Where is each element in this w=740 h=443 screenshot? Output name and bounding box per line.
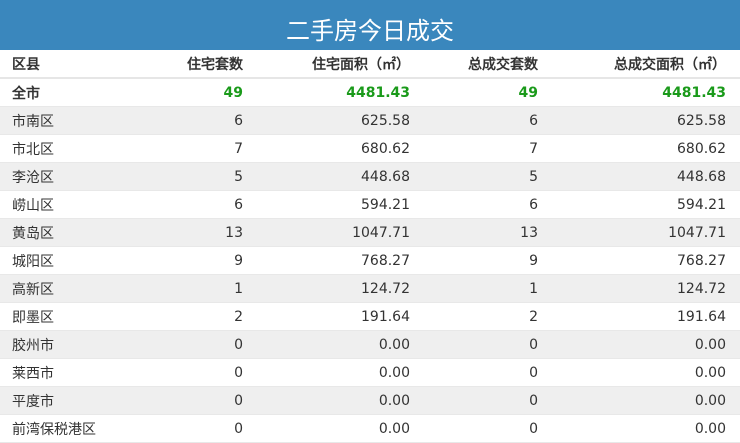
table-row: 即墨区 2 191.64 2 191.64 (0, 302, 740, 331)
table-row: 莱西市 0 0.00 0 0.00 (0, 358, 740, 387)
cell-district: 李沧区 (0, 162, 132, 191)
cell-total-units: 1 (410, 274, 538, 303)
cell-district: 即墨区 (0, 302, 132, 331)
cell-total-units: 6 (410, 106, 538, 135)
cell-residential-area: 768.27 (243, 246, 410, 275)
cell-residential-units: 13 (132, 218, 243, 247)
cell-residential-units: 0 (132, 358, 243, 387)
table-row: 前湾保税港区 0 0.00 0 0.00 (0, 414, 740, 443)
cell-residential-units: 49 (132, 78, 243, 107)
table-row: 胶州市 0 0.00 0 0.00 (0, 330, 740, 359)
table-row: 市南区 6 625.58 6 625.58 (0, 106, 740, 135)
cell-residential-area: 0.00 (243, 358, 410, 387)
cell-residential-units: 1 (132, 274, 243, 303)
cell-total-area: 0.00 (538, 358, 740, 387)
cell-residential-area: 0.00 (243, 330, 410, 359)
cell-total-units: 2 (410, 302, 538, 331)
cell-total-units: 0 (410, 358, 538, 387)
cell-residential-area: 4481.43 (243, 78, 410, 107)
cell-residential-area: 1047.71 (243, 218, 410, 247)
cell-total-units: 5 (410, 162, 538, 191)
cell-district: 莱西市 (0, 358, 132, 387)
cell-total-units: 49 (410, 78, 538, 107)
table-row: 崂山区 6 594.21 6 594.21 (0, 190, 740, 219)
cell-district: 高新区 (0, 274, 132, 303)
cell-total-units: 0 (410, 330, 538, 359)
cell-residential-area: 191.64 (243, 302, 410, 331)
cell-residential-area: 0.00 (243, 414, 410, 443)
cell-total-area: 0.00 (538, 414, 740, 443)
cell-district: 市南区 (0, 106, 132, 135)
cell-residential-units: 0 (132, 386, 243, 415)
table-row: 市北区 7 680.62 7 680.62 (0, 134, 740, 163)
transactions-table: 区县 住宅套数 住宅面积（㎡） 总成交套数 总成交面积（㎡） 全市 49 4481.… (0, 50, 740, 443)
cell-total-units: 7 (410, 134, 538, 163)
cell-residential-area: 124.72 (243, 274, 410, 303)
cell-district: 胶州市 (0, 330, 132, 359)
cell-district: 城阳区 (0, 246, 132, 275)
total-row: 全市 49 4481.43 49 4481.43 (0, 78, 740, 107)
cell-district: 平度市 (0, 386, 132, 415)
cell-residential-units: 7 (132, 134, 243, 163)
cell-total-units: 9 (410, 246, 538, 275)
cell-total-area: 625.58 (538, 106, 740, 135)
cell-residential-units: 0 (132, 330, 243, 359)
cell-residential-area: 0.00 (243, 386, 410, 415)
cell-total-area: 448.68 (538, 162, 740, 191)
header-total-area: 总成交面积（㎡） (538, 50, 740, 79)
cell-residential-area: 594.21 (243, 190, 410, 219)
cell-total-units: 0 (410, 386, 538, 415)
cell-total-units: 13 (410, 218, 538, 247)
cell-total-area: 0.00 (538, 330, 740, 359)
cell-residential-units: 6 (132, 190, 243, 219)
table-row: 平度市 0 0.00 0 0.00 (0, 386, 740, 415)
header-residential-units: 住宅套数 (132, 50, 243, 79)
header-district: 区县 (0, 50, 132, 79)
page-title: 二手房今日成交 (0, 0, 740, 50)
cell-residential-area: 448.68 (243, 162, 410, 191)
cell-residential-units: 2 (132, 302, 243, 331)
cell-total-area: 594.21 (538, 190, 740, 219)
cell-total-units: 0 (410, 414, 538, 443)
header-residential-area: 住宅面积（㎡） (243, 50, 410, 79)
cell-total-area: 124.72 (538, 274, 740, 303)
header-total-units: 总成交套数 (410, 50, 538, 79)
cell-district: 前湾保税港区 (0, 414, 132, 443)
table-row: 黄岛区 13 1047.71 13 1047.71 (0, 218, 740, 247)
cell-total-area: 768.27 (538, 246, 740, 275)
table-header: 区县 住宅套数 住宅面积（㎡） 总成交套数 总成交面积（㎡） (0, 50, 740, 79)
cell-total-units: 6 (410, 190, 538, 219)
cell-residential-area: 625.58 (243, 106, 410, 135)
cell-total-area: 191.64 (538, 302, 740, 331)
table-row: 城阳区 9 768.27 9 768.27 (0, 246, 740, 275)
cell-total-area: 680.62 (538, 134, 740, 163)
table-row: 高新区 1 124.72 1 124.72 (0, 274, 740, 303)
cell-residential-units: 5 (132, 162, 243, 191)
cell-residential-area: 680.62 (243, 134, 410, 163)
cell-total-area: 1047.71 (538, 218, 740, 247)
cell-total-area: 4481.43 (538, 78, 740, 107)
table-row: 李沧区 5 448.68 5 448.68 (0, 162, 740, 191)
cell-residential-units: 6 (132, 106, 243, 135)
cell-district: 黄岛区 (0, 218, 132, 247)
cell-district: 市北区 (0, 134, 132, 163)
cell-district: 全市 (0, 78, 132, 107)
cell-total-area: 0.00 (538, 386, 740, 415)
cell-residential-units: 9 (132, 246, 243, 275)
cell-residential-units: 0 (132, 414, 243, 443)
cell-district: 崂山区 (0, 190, 132, 219)
